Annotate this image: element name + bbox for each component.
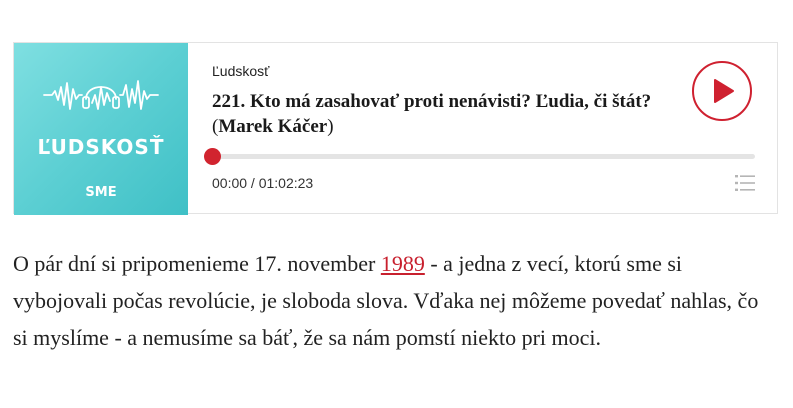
episode-title-text: 221. Kto má zasahovať proti nenávisti? Ľ… xyxy=(212,91,652,112)
episode-title[interactable]: 221. Kto má zasahovať proti nenávisti? Ľ… xyxy=(212,89,692,139)
progress-knob[interactable] xyxy=(203,148,221,165)
podcast-show-name[interactable]: Ľudskosť xyxy=(212,63,269,79)
paren-close: ) xyxy=(327,116,334,137)
play-button[interactable] xyxy=(692,61,752,121)
podcast-player: ĽUDSKOSŤ SME Ľudskosť 221. Kto má zasaho… xyxy=(13,42,778,215)
article-text-before: O pár dní si pripomenieme 17. november xyxy=(13,251,381,276)
episode-author: Marek Káčer xyxy=(218,116,328,137)
time-total: 01:02:23 xyxy=(258,175,314,191)
time-current: 00:00 xyxy=(212,175,248,191)
article-paragraph: O pár dní si pripomenieme 17. november 1… xyxy=(13,245,778,356)
progress-bar[interactable] xyxy=(212,154,755,159)
article-link-1989[interactable]: 1989 xyxy=(381,251,425,276)
podcast-cover[interactable]: ĽUDSKOSŤ SME xyxy=(14,43,188,215)
time-display: 00:00 / 01:02:23 xyxy=(212,175,313,191)
sound-wave-headphones-icon xyxy=(43,80,159,110)
cover-title: ĽUDSKOSŤ xyxy=(37,135,165,159)
playlist-icon[interactable] xyxy=(735,174,755,192)
play-icon xyxy=(714,79,734,103)
time-separator: / xyxy=(247,175,259,191)
cover-brand-logo: SME xyxy=(85,185,117,200)
